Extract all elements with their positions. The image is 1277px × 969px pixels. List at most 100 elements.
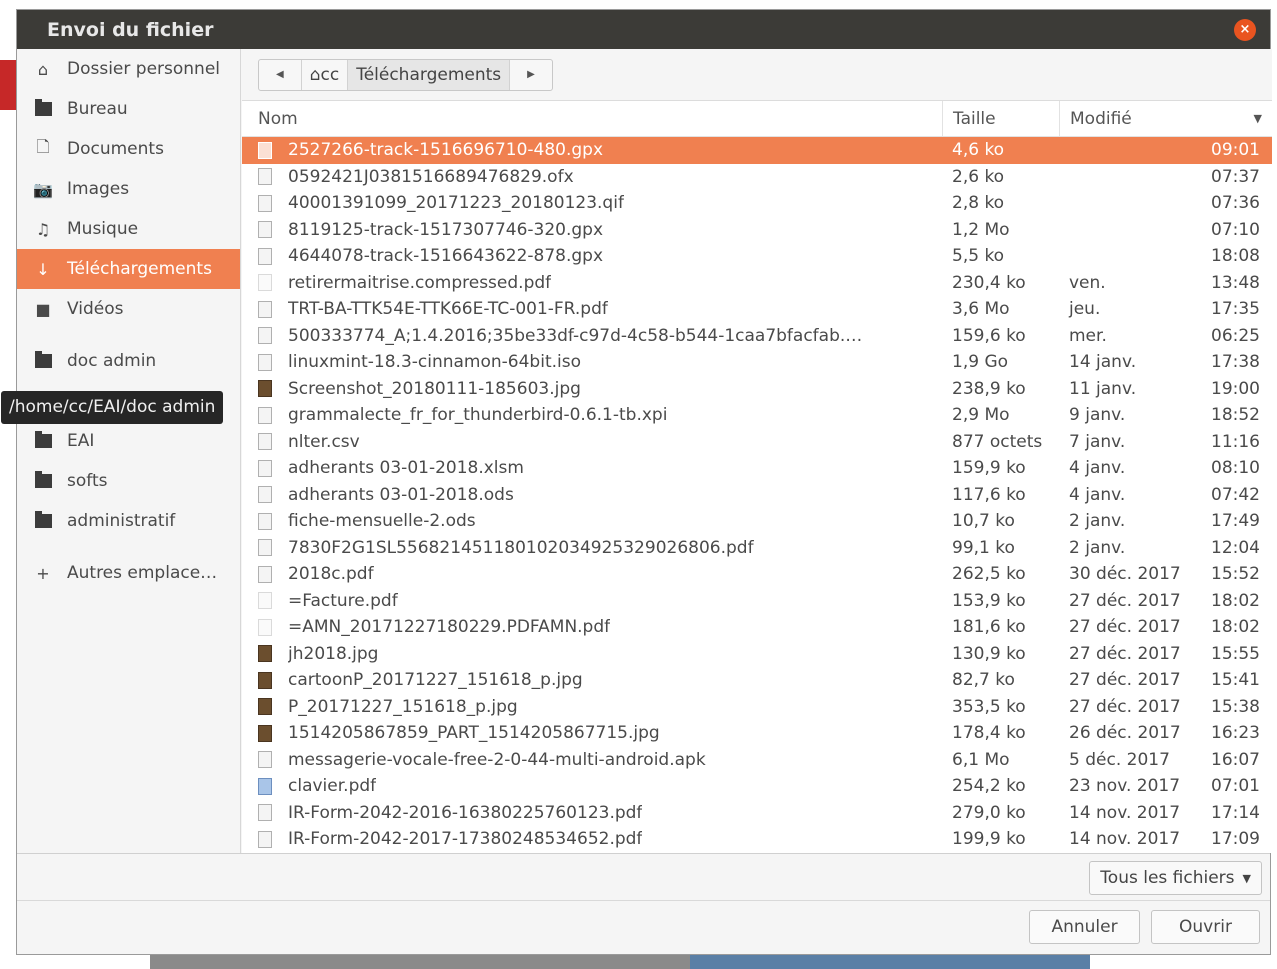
sidebar-item-telechargements[interactable]: ↓ Téléchargements (17, 249, 240, 289)
file-row[interactable]: fiche-mensuelle-2.ods 10,7 ko 2 janv. 17:49 (242, 508, 1272, 535)
file-row[interactable]: jh2018.jpg 130,9 ko 27 déc. 2017 15:55 (242, 641, 1272, 668)
file-row[interactable]: =Facture.pdf 153,9 ko 27 déc. 2017 18:02 (242, 588, 1272, 615)
sidebar-item-documents[interactable]: 🗋 Documents (17, 129, 240, 169)
sidebar-item-softs[interactable]: softs (17, 461, 240, 501)
file-name-cell: 1514205867859_PART_1514205867715.jpg (242, 723, 942, 743)
file-icon (258, 512, 272, 530)
file-name: TRT-BA-TTK54E-TTK66E-TC-001-FR.pdf (288, 299, 608, 320)
file-name: 2018c.pdf (288, 564, 374, 585)
sidebar-item-doc-admin[interactable]: doc admin (17, 341, 240, 381)
desktop-background-bottom-right (690, 955, 1090, 969)
file-row[interactable]: P_20171227_151618_p.jpg 353,5 ko 27 déc. 2… (242, 694, 1272, 721)
file-modified-time: 16:23 (1211, 723, 1260, 744)
file-size: 6,1 Mo (952, 749, 1010, 770)
file-name-cell: 40001391099_20171223_20180123.qif (242, 193, 942, 213)
file-icon (258, 751, 272, 769)
file-row[interactable]: 2018c.pdf 262,5 ko 30 déc. 2017 15:52 (242, 561, 1272, 588)
file-name-cell: jh2018.jpg (242, 644, 942, 664)
file-icon (258, 433, 272, 451)
file-row[interactable]: IR-Form-2042-2017-17380248534652.pdf 199,… (242, 826, 1272, 853)
file-modified-date: 7 janv. (1069, 431, 1126, 452)
file-modified-time: 07:37 (1211, 166, 1260, 187)
folder-icon (35, 351, 52, 368)
file-modified-time: 19:00 (1211, 378, 1260, 399)
chevron-down-icon: ▼ (1242, 871, 1251, 885)
file-name: =AMN_20171227180229.PDFAMN.pdf (288, 617, 611, 638)
column-header-name[interactable]: Nom (242, 101, 942, 136)
file-icon (258, 724, 272, 742)
file-modified-date: ven. (1069, 272, 1106, 293)
file-size: 262,5 ko (952, 564, 1026, 585)
file-icon (258, 592, 272, 610)
sidebar-item-images[interactable]: 📷 Images (17, 169, 240, 209)
file-row[interactable]: TRT-BA-TTK54E-TTK66E-TC-001-FR.pdf 3,6 Mo… (242, 296, 1272, 323)
sidebar-item-dossier-personnel[interactable]: ⌂ Dossier personnel (17, 49, 240, 89)
download-icon: ↓ (36, 259, 50, 279)
file-row[interactable]: linuxmint-18.3-cinnamon-64bit.iso 1,9 Go 1… (242, 349, 1272, 376)
file-row[interactable]: clavier.pdf 254,2 ko 23 nov. 2017 07:01 (242, 773, 1272, 800)
file-row[interactable]: adherants 03-01-2018.ods 117,6 ko 4 janv. 0… (242, 482, 1272, 509)
file-row[interactable]: 500333774_A;1.4.2016;35be33df-c97d-4c58-… (242, 323, 1272, 350)
file-row[interactable]: cartoonP_20171227_151618_p.jpg 82,7 ko 27 … (242, 667, 1272, 694)
file-icon (258, 804, 272, 822)
file-icon (258, 539, 272, 557)
cancel-button[interactable]: Annuler (1029, 910, 1140, 944)
file-row[interactable]: 2527266-track-1516696710-480.gpx 4,6 ko 09… (242, 137, 1272, 164)
file-name-cell: IR-Form-2042-2016-16380225760123.pdf (242, 803, 942, 823)
places-sidebar: ⌂ Dossier personnel Bureau 🗋 Documents 📷… (17, 49, 241, 853)
file-name: nlter.csv (288, 431, 360, 452)
file-modified-time: 18:02 (1211, 590, 1260, 611)
file-icon (258, 194, 272, 212)
column-header-size[interactable]: Taille (942, 101, 1059, 136)
file-size: 199,9 ko (952, 829, 1026, 850)
file-list-area: ◀ ⌂ cc Téléchargements ▶ Nom Taille Modi… (242, 49, 1272, 853)
file-modified-date: 27 déc. 2017 (1069, 590, 1181, 611)
file-modified-time: 09:01 (1211, 140, 1260, 161)
column-header-label: Taille (953, 108, 996, 129)
file-icon (258, 671, 272, 689)
file-icon (258, 565, 272, 583)
sidebar-item-bureau[interactable]: Bureau (17, 89, 240, 129)
file-modified-date: 2 janv. (1069, 537, 1126, 558)
file-row[interactable]: messagerie-vocale-free-2-0-44-multi-andr… (242, 747, 1272, 774)
file-row[interactable]: =AMN_20171227180229.PDFAMN.pdf 181,6 ko 27… (242, 614, 1272, 641)
sidebar-separator (17, 329, 240, 341)
sidebar-item-videos[interactable]: ■ Vidéos (17, 289, 240, 329)
file-row[interactable]: IR-Form-2042-2016-16380225760123.pdf 279,… (242, 800, 1272, 827)
file-name: jh2018.jpg (288, 643, 379, 664)
file-size: 181,6 ko (952, 617, 1026, 638)
path-forward-button[interactable]: ▶ (510, 60, 552, 90)
file-modified-date: 11 janv. (1069, 378, 1137, 399)
file-modified-date: 14 janv. (1069, 352, 1137, 373)
file-row[interactable]: 40001391099_20171223_20180123.qif 2,8 ko 0… (242, 190, 1272, 217)
column-header-modified[interactable]: Modifié ▼ (1059, 101, 1272, 136)
file-row[interactable]: 7830F2G1SL556821451180102034925329026806… (242, 535, 1272, 562)
file-row[interactable]: 0592421J0381516689476829.ofx 2,6 ko 07:37 (242, 164, 1272, 191)
file-row[interactable]: retirermaitrise.compressed.pdf 230,4 ko ve… (242, 270, 1272, 297)
file-row[interactable]: nlter.csv 877 octets 7 janv. 11:16 (242, 429, 1272, 456)
file-row[interactable]: grammalecte_fr_for_thunderbird-0.6.1-tb.… (242, 402, 1272, 429)
sidebar-item-other-locations[interactable]: + Autres emplace… (17, 553, 240, 593)
file-row[interactable]: 1514205867859_PART_1514205867715.jpg 178,… (242, 720, 1272, 747)
file-row[interactable]: Screenshot_20180111-185603.jpg 238,9 ko 11… (242, 376, 1272, 403)
file-size: 4,6 ko (952, 140, 1005, 161)
file-type-filter[interactable]: Tous les fichiers ▼ (1089, 861, 1262, 895)
sidebar-item-musique[interactable]: ♫ Musique (17, 209, 240, 249)
folder-icon (35, 99, 52, 116)
path-back-button[interactable]: ◀ (259, 59, 302, 90)
path-segment-current[interactable]: Téléchargements (348, 59, 511, 90)
file-modified-time: 17:38 (1211, 352, 1260, 373)
filter-bar: Tous les fichiers ▼ (17, 853, 1270, 901)
file-row[interactable]: adherants 03-01-2018.xlsm 159,9 ko 4 janv.… (242, 455, 1272, 482)
path-segment-home[interactable]: ⌂ cc (302, 59, 349, 90)
file-name: =Facture.pdf (288, 590, 398, 611)
file-row[interactable]: 4644078-track-1516643622-878.gpx 5,5 ko 18… (242, 243, 1272, 270)
file-name: fiche-mensuelle-2.ods (288, 511, 476, 532)
open-button[interactable]: Ouvrir (1151, 910, 1260, 944)
file-row[interactable]: 8119125-track-1517307746-320.gpx 1,2 Mo 07… (242, 217, 1272, 244)
file-name-cell: 8119125-track-1517307746-320.gpx (242, 220, 942, 240)
sidebar-item-administratif[interactable]: administratif (17, 501, 240, 541)
close-button[interactable]: × (1234, 19, 1256, 41)
file-icon (258, 327, 272, 345)
sidebar-item-eai[interactable]: EAI (17, 421, 240, 461)
